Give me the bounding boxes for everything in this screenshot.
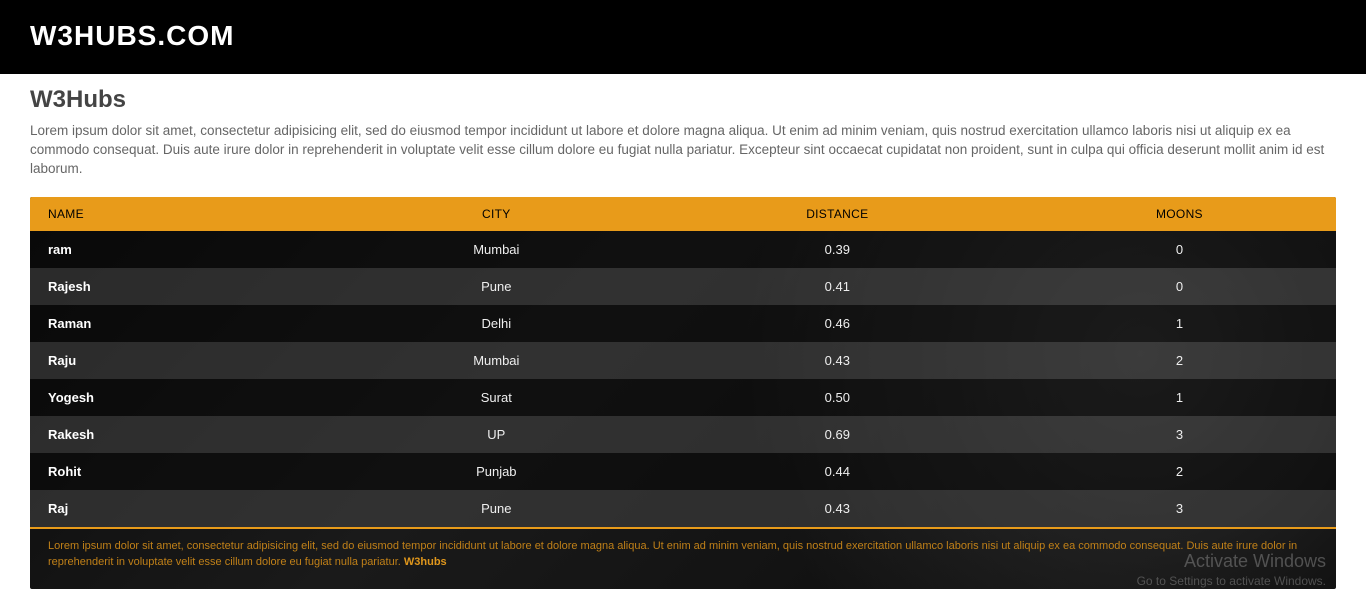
cell-city: Mumbai xyxy=(341,231,652,268)
cell-distance: 0.43 xyxy=(652,490,1023,527)
cell-city: Pune xyxy=(341,268,652,305)
col-header-name[interactable]: NAME xyxy=(30,197,341,231)
cell-name: Rajesh xyxy=(30,268,341,305)
cell-moons: 3 xyxy=(1023,416,1336,453)
cell-moons: 2 xyxy=(1023,453,1336,490)
cell-moons: 3 xyxy=(1023,490,1336,527)
cell-city: UP xyxy=(341,416,652,453)
cell-distance: 0.44 xyxy=(652,453,1023,490)
cell-city: Surat xyxy=(341,379,652,416)
cell-name: Raju xyxy=(30,342,341,379)
cell-moons: 1 xyxy=(1023,379,1336,416)
cell-name: Rakesh xyxy=(30,416,341,453)
cell-moons: 2 xyxy=(1023,342,1336,379)
cell-city: Pune xyxy=(341,490,652,527)
cell-distance: 0.39 xyxy=(652,231,1023,268)
cell-name: Rohit xyxy=(30,453,341,490)
col-header-distance[interactable]: DISTANCE xyxy=(652,197,1023,231)
table-row: RajeshPune0.410 xyxy=(30,268,1336,305)
data-card: NAME CITY DISTANCE MOONS ramMumbai0.390R… xyxy=(30,197,1336,589)
cell-city: Punjab xyxy=(341,453,652,490)
table-row: ramMumbai0.390 xyxy=(30,231,1336,268)
col-header-moons[interactable]: MOONS xyxy=(1023,197,1336,231)
table-row: RamanDelhi0.461 xyxy=(30,305,1336,342)
table-row: RohitPunjab0.442 xyxy=(30,453,1336,490)
page-title: W3Hubs xyxy=(30,86,1336,114)
cell-city: Delhi xyxy=(341,305,652,342)
cell-distance: 0.41 xyxy=(652,268,1023,305)
card-footer: Lorem ipsum dolor sit amet, consectetur … xyxy=(30,529,1336,589)
cell-distance: 0.43 xyxy=(652,342,1023,379)
cell-moons: 0 xyxy=(1023,268,1336,305)
site-logo[interactable]: W3HUBS.COM xyxy=(30,20,1336,52)
cell-name: ram xyxy=(30,231,341,268)
cell-name: Raj xyxy=(30,490,341,527)
cell-name: Yogesh xyxy=(30,379,341,416)
table-row: YogeshSurat0.501 xyxy=(30,379,1336,416)
table-row: RajPune0.433 xyxy=(30,490,1336,527)
header-bar: W3HUBS.COM xyxy=(0,0,1366,74)
table-header-row: NAME CITY DISTANCE MOONS xyxy=(30,197,1336,231)
data-table: NAME CITY DISTANCE MOONS ramMumbai0.390R… xyxy=(30,197,1336,527)
cell-distance: 0.69 xyxy=(652,416,1023,453)
cell-city: Mumbai xyxy=(341,342,652,379)
cell-moons: 1 xyxy=(1023,305,1336,342)
intro-text: Lorem ipsum dolor sit amet, consectetur … xyxy=(30,122,1336,179)
table-row: RajuMumbai0.432 xyxy=(30,342,1336,379)
cell-distance: 0.50 xyxy=(652,379,1023,416)
col-header-city[interactable]: CITY xyxy=(341,197,652,231)
cell-distance: 0.46 xyxy=(652,305,1023,342)
cell-name: Raman xyxy=(30,305,341,342)
main-content: W3Hubs Lorem ipsum dolor sit amet, conse… xyxy=(0,74,1366,589)
table-row: RakeshUP0.693 xyxy=(30,416,1336,453)
cell-moons: 0 xyxy=(1023,231,1336,268)
footer-text: Lorem ipsum dolor sit amet, consectetur … xyxy=(48,540,1297,568)
footer-brand-link[interactable]: W3hubs xyxy=(404,556,447,568)
